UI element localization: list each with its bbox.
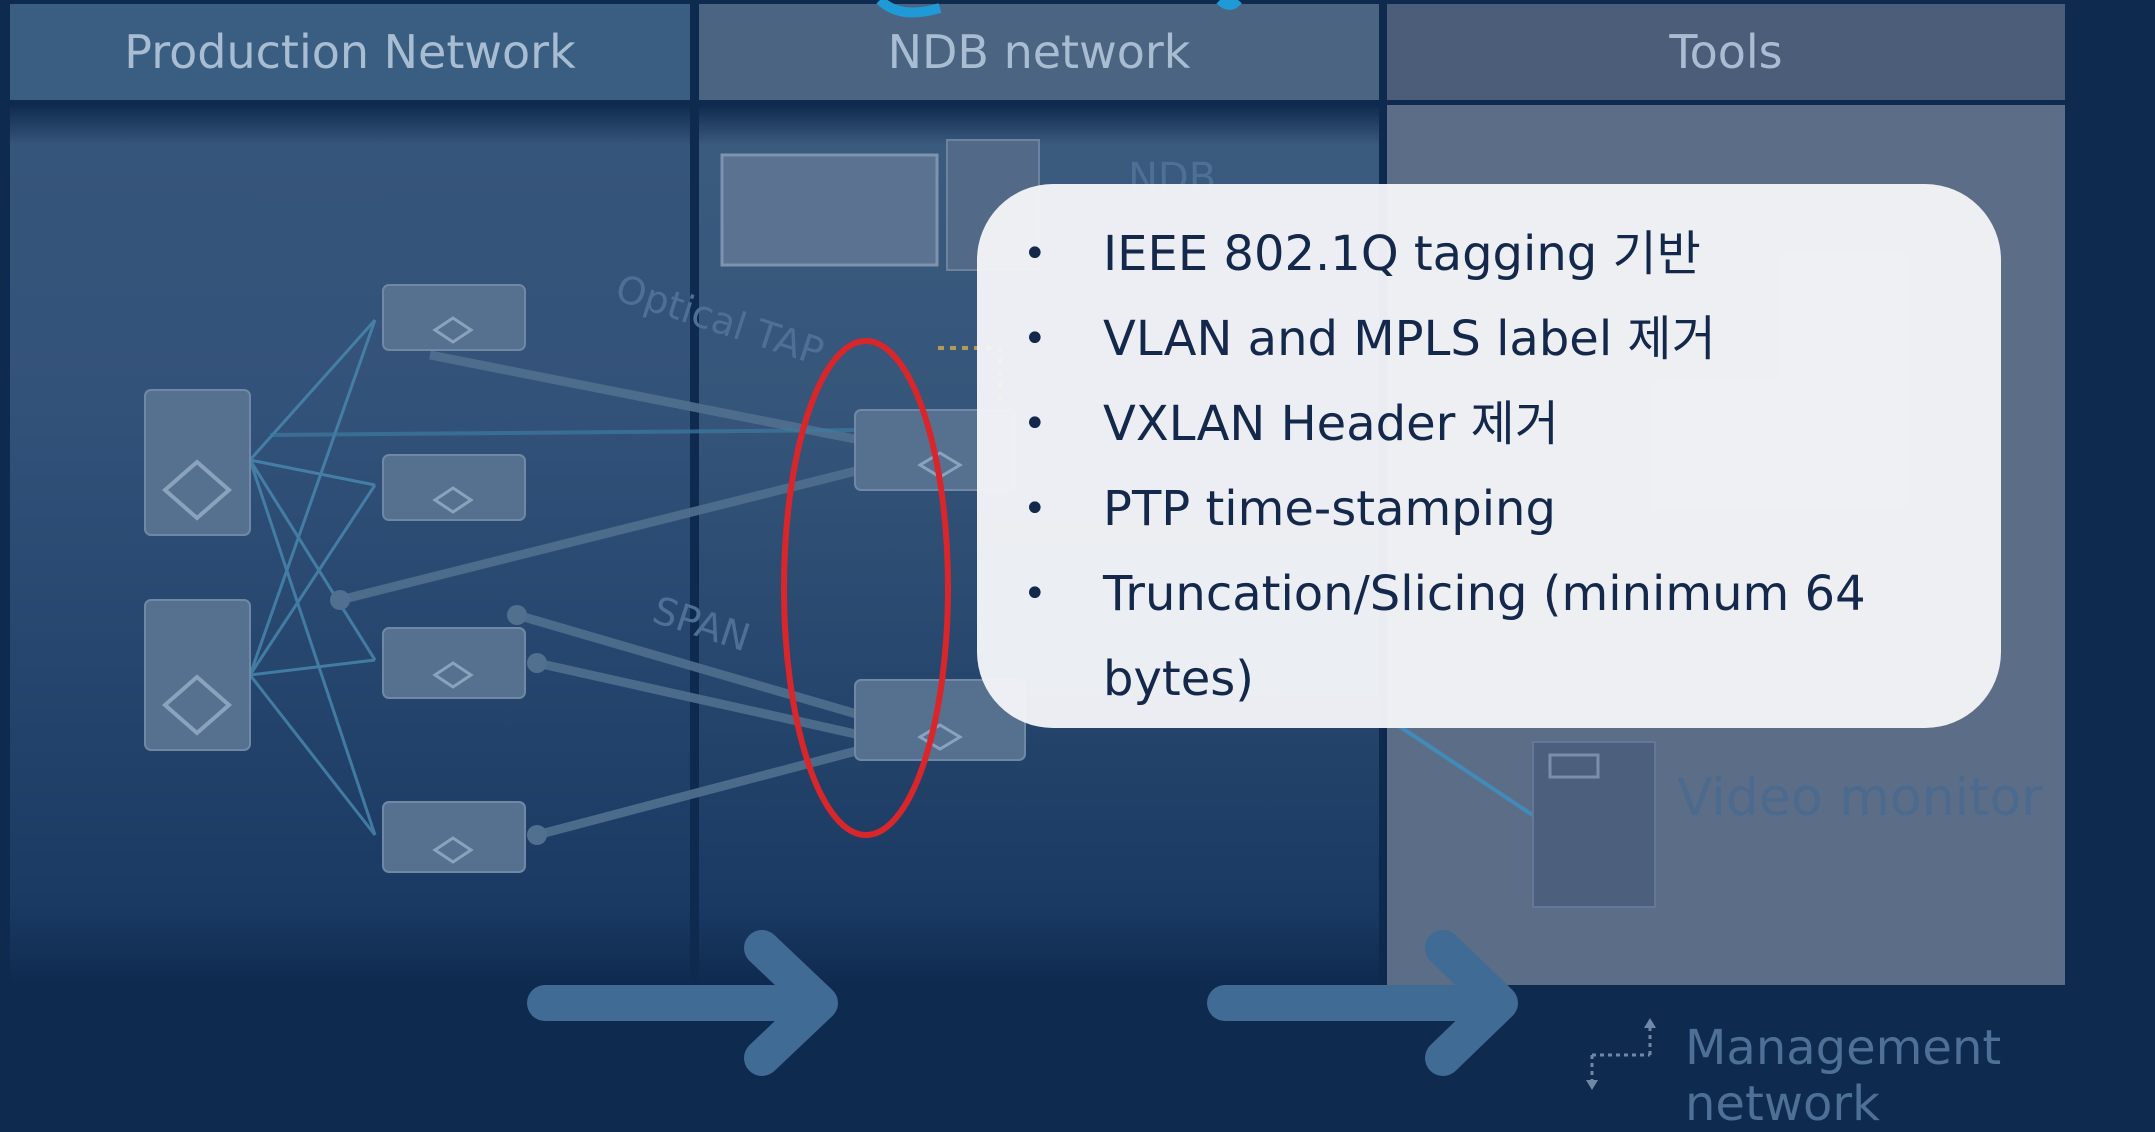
bullet-icon: •	[1023, 486, 1047, 532]
feature-item: • IEEE 802.1Q tagging 기반	[977, 212, 2001, 297]
bullet-icon: •	[1023, 571, 1047, 617]
feature-item: • Truncation/Slicing (minimum 64 bytes)	[977, 552, 2001, 722]
bullet-icon: •	[1023, 401, 1047, 447]
feature-callout: • IEEE 802.1Q tagging 기반 • VLAN and MPLS l…	[977, 184, 2001, 728]
feature-list: • IEEE 802.1Q tagging 기반 • VLAN and MPLS l…	[977, 212, 2001, 722]
feature-item: • PTP time-stamping	[977, 467, 2001, 552]
bullet-icon: •	[1023, 316, 1047, 362]
feature-item: • VLAN and MPLS label 제거	[977, 297, 2001, 382]
bullet-icon: •	[1023, 231, 1047, 277]
video-monitor-label: Video monitor	[1677, 768, 2043, 828]
feature-item: • VXLAN Header 제거	[977, 382, 2001, 467]
management-network-legend: Management network	[1685, 1020, 2002, 1132]
